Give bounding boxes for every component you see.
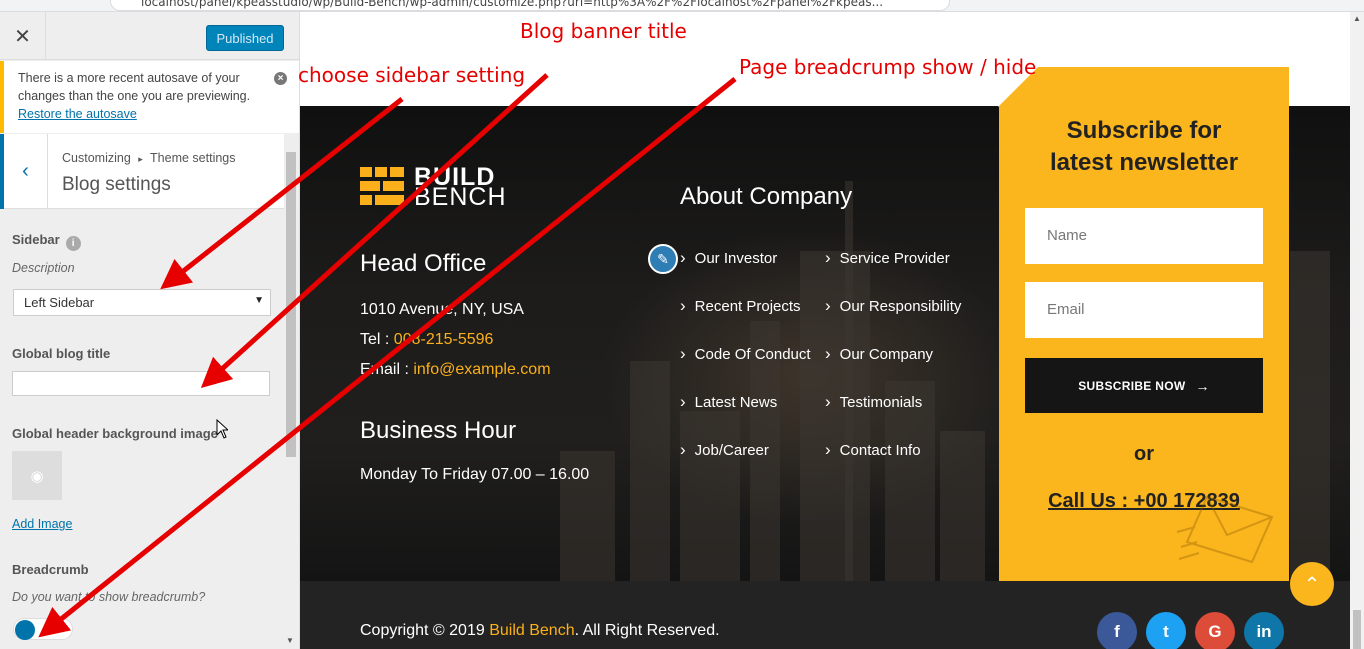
customizer-panel: ✕ Published There is a more recent autos… xyxy=(0,12,300,649)
copyright-brand-link[interactable]: Build Bench xyxy=(489,622,574,639)
envelope-icon xyxy=(1177,495,1274,564)
footer-link[interactable]: Our Responsibility xyxy=(825,296,962,316)
annotation-blog-banner-title: Blog banner title xyxy=(520,19,687,43)
head-office-title: Head Office xyxy=(360,250,487,277)
sidebar-select-value: Left Sidebar xyxy=(24,295,95,310)
newsletter-title-line2: latest newsletter xyxy=(1049,149,1239,176)
email-line: Email : info@example.com xyxy=(360,361,551,379)
tel-link[interactable]: 008-215-5596 xyxy=(394,331,494,348)
restore-autosave-link[interactable]: Restore the autosave xyxy=(18,105,272,123)
scroll-up-icon[interactable]: ▲ xyxy=(1353,14,1361,23)
info-icon[interactable]: i xyxy=(65,236,81,251)
facebook-icon[interactable]: f xyxy=(1097,612,1137,649)
copyright-prefix: Copyright © 2019 xyxy=(360,622,490,639)
tel-line: Tel : 008-215-5596 xyxy=(360,331,493,349)
back-to-top-icon[interactable]: ⌃ xyxy=(1290,562,1334,606)
dismiss-icon[interactable]: × xyxy=(274,72,287,85)
site-preview: BUILD BENCH Head Office 1010 Avenue, NY,… xyxy=(300,12,1364,649)
annotation-sidebar-setting: choose sidebar setting xyxy=(298,63,526,87)
chevron-down-icon: ▼ xyxy=(254,295,264,306)
newsletter-title: Subscribe for latest newsletter xyxy=(999,115,1289,179)
sidebar-description: Description xyxy=(12,261,75,275)
autosave-notice: There is a more recent autosave of your … xyxy=(0,61,299,133)
email-link[interactable]: info@example.com xyxy=(413,361,550,378)
scrollbar-thumb[interactable] xyxy=(286,152,296,457)
business-hour-text: Monday To Friday 07.00 – 16.00 xyxy=(360,466,590,483)
address-text: 1010 Avenue, NY, USA xyxy=(360,301,524,318)
publish-button[interactable]: Published xyxy=(206,25,284,51)
site-logo[interactable]: BUILD BENCH xyxy=(360,165,507,211)
sidebar-label-text: Sidebar xyxy=(12,232,60,247)
logo-line2: BENCH xyxy=(414,183,507,211)
customizer-scrollbar[interactable]: ▼ xyxy=(284,152,298,649)
copyright-text: Copyright © 2019 Build Bench. All Right … xyxy=(360,622,720,640)
breadcrumb-parent: Theme settings xyxy=(150,151,236,165)
toggle-label: YES xyxy=(47,624,66,634)
image-placeholder: ◉ xyxy=(12,451,62,500)
header-bg-label: Global header background image xyxy=(12,426,218,441)
scroll-down-icon[interactable]: ▼ xyxy=(286,636,294,645)
tel-label: Tel : xyxy=(360,331,394,348)
edit-pencil-icon[interactable]: ✎ xyxy=(648,244,678,274)
toggle-knob xyxy=(15,620,35,640)
subscribe-label: SUBSCRIBE NOW xyxy=(1078,378,1186,393)
breadcrumb-toggle[interactable]: YES xyxy=(13,618,73,640)
email-label: Email : xyxy=(360,361,414,378)
address-bar[interactable]: localhost/panel/kpeasstudio/wp/Build-Ben… xyxy=(110,0,950,11)
scrollbar-thumb[interactable] xyxy=(1353,610,1361,649)
footer-link[interactable]: Latest News xyxy=(680,392,778,412)
footer-link[interactable]: Code Of Conduct xyxy=(680,344,811,364)
sidebar-label: Sidebar i xyxy=(12,232,81,251)
breadcrumb-field-description: Do you want to show breadcrumb? xyxy=(12,590,206,604)
footer-link[interactable]: Service Provider xyxy=(825,248,950,268)
footer-link[interactable]: Contact Info xyxy=(825,440,921,460)
breadcrumb-separator-icon: ▸ xyxy=(138,154,143,164)
breadcrumb: Customizing ▸ Theme settings xyxy=(62,151,236,165)
footer-link[interactable]: Our Investor xyxy=(680,248,778,268)
about-company-title: About Company xyxy=(680,183,853,210)
customizer-header: ✕ Published xyxy=(0,12,299,60)
brick-logo-icon xyxy=(360,167,404,207)
newsletter-title-line1: Subscribe for xyxy=(1066,117,1222,144)
or-text: or xyxy=(1134,443,1154,465)
mouse-cursor-icon xyxy=(216,419,228,439)
sidebar-select[interactable]: Left Sidebar ▼ xyxy=(13,289,271,316)
section-header: ‹ Customizing ▸ Theme settings Blog sett… xyxy=(0,134,284,209)
footer-link[interactable]: Recent Projects xyxy=(680,296,801,316)
section-title: Blog settings xyxy=(62,174,171,195)
email-input[interactable]: Email xyxy=(1025,282,1263,338)
annotation-breadcrumb: Page breadcrump show / hide xyxy=(739,55,1037,79)
preview-scrollbar[interactable]: ▲ xyxy=(1350,12,1364,649)
browser-toolbar: localhost/panel/kpeasstudio/wp/Build-Ben… xyxy=(0,0,1364,12)
breadcrumb-root: Customizing xyxy=(62,151,131,165)
footer-link[interactable]: Testimonials xyxy=(825,392,923,412)
add-image-link[interactable]: Add Image xyxy=(12,517,72,531)
copyright-suffix: . All Right Reserved. xyxy=(574,622,720,639)
linkedin-icon[interactable]: in xyxy=(1244,612,1284,649)
notice-text: There is a more recent autosave of your … xyxy=(18,71,251,103)
newsletter-box: Subscribe for latest newsletter Name Ema… xyxy=(998,67,1289,581)
business-hour-title: Business Hour xyxy=(360,417,517,444)
global-blog-title-label: Global blog title xyxy=(12,346,111,361)
google-icon[interactable]: G xyxy=(1195,612,1235,649)
name-input[interactable]: Name xyxy=(1025,208,1263,264)
back-chevron-icon[interactable]: ‹ xyxy=(0,134,48,209)
twitter-icon[interactable]: t xyxy=(1146,612,1186,649)
breadcrumb-field-label: Breadcrumb xyxy=(12,562,89,577)
eye-icon: ◉ xyxy=(30,467,44,485)
subscribe-button[interactable]: SUBSCRIBE NOW → xyxy=(1025,358,1263,413)
global-blog-title-input[interactable] xyxy=(12,371,270,396)
arrow-right-icon: → xyxy=(1195,377,1210,394)
footer-link[interactable]: Job/Career xyxy=(680,440,769,460)
footer-link[interactable]: Our Company xyxy=(825,344,933,364)
close-icon[interactable]: ✕ xyxy=(0,12,46,60)
